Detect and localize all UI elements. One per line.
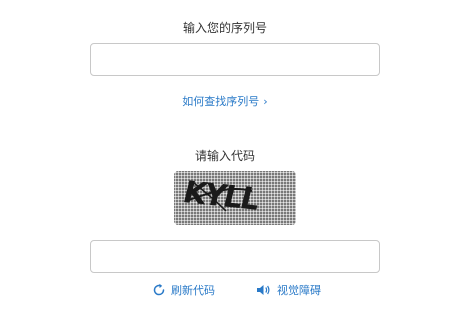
refresh-code-label: 刷新代码 — [171, 284, 215, 297]
visual-impairment-label: 视觉障碍 — [277, 284, 321, 297]
serial-heading: 输入您的序列号 — [182, 21, 267, 35]
chevron-right-icon: › — [263, 95, 268, 108]
refresh-code-button[interactable]: 刷新代码 — [152, 282, 215, 298]
speaker-icon — [257, 285, 270, 295]
visual-impairment-button[interactable]: 视觉障碍 — [256, 282, 321, 298]
captcha-noise-lines — [185, 182, 253, 212]
serial-number-input[interactable] — [90, 43, 380, 76]
find-serial-link-label: 如何查找序列号 — [182, 95, 260, 108]
find-serial-link[interactable]: 如何查找序列号 › — [0, 93, 450, 109]
refresh-icon — [153, 283, 165, 296]
code-heading: 请输入代码 — [194, 149, 255, 163]
captcha-image: KYLL — [174, 171, 296, 225]
code-input[interactable] — [90, 240, 380, 273]
